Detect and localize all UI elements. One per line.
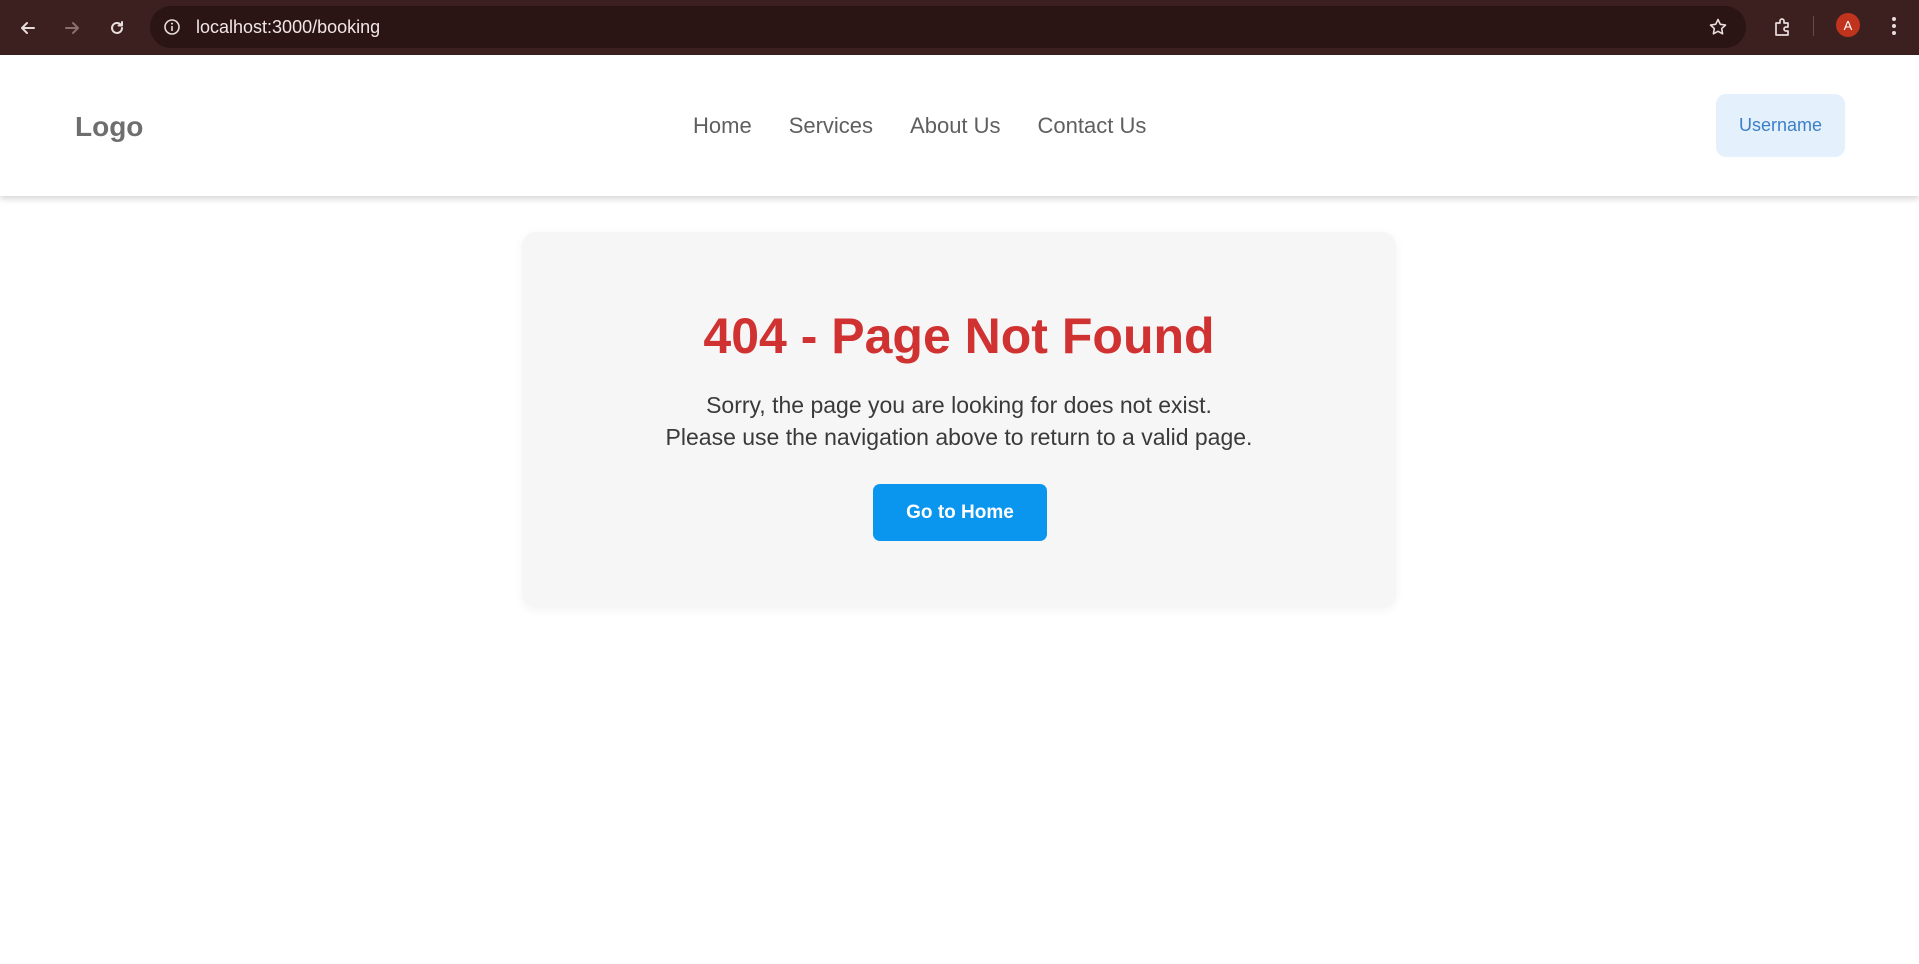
- extensions-puzzle-icon[interactable]: [1770, 14, 1796, 40]
- not-found-card: 404 - Page Not Found Sorry, the page you…: [522, 232, 1396, 608]
- url-text[interactable]: localhost:3000/booking: [196, 17, 380, 38]
- site-header: Logo Home Services About Us Contact Us U…: [0, 55, 1919, 196]
- username-button[interactable]: Username: [1716, 94, 1845, 157]
- forward-arrow-icon[interactable]: [56, 12, 88, 44]
- kebab-menu-icon[interactable]: [1880, 12, 1908, 40]
- main-nav: Home Services About Us Contact Us: [693, 113, 1146, 139]
- go-to-home-button[interactable]: Go to Home: [873, 484, 1047, 541]
- nav-home[interactable]: Home: [693, 113, 752, 139]
- toolbar-divider: [1813, 16, 1814, 36]
- browser-toolbar: localhost:3000/booking A: [0, 0, 1919, 55]
- address-bar[interactable]: localhost:3000/booking: [150, 6, 1746, 48]
- nav-contact-us[interactable]: Contact Us: [1038, 113, 1147, 139]
- site-logo[interactable]: Logo: [75, 111, 143, 143]
- error-message-line-2: Please use the navigation above to retur…: [665, 424, 1253, 450]
- nav-about-us[interactable]: About Us: [910, 113, 1001, 139]
- site-info-icon[interactable]: [160, 15, 184, 39]
- nav-services[interactable]: Services: [789, 113, 873, 139]
- reload-icon[interactable]: [101, 12, 133, 44]
- bookmark-star-icon[interactable]: [1706, 15, 1730, 39]
- profile-avatar[interactable]: A: [1836, 13, 1860, 37]
- back-arrow-icon[interactable]: [12, 12, 44, 44]
- error-message-line-1: Sorry, the page you are looking for does…: [706, 392, 1212, 418]
- error-title: 404 - Page Not Found: [703, 308, 1215, 364]
